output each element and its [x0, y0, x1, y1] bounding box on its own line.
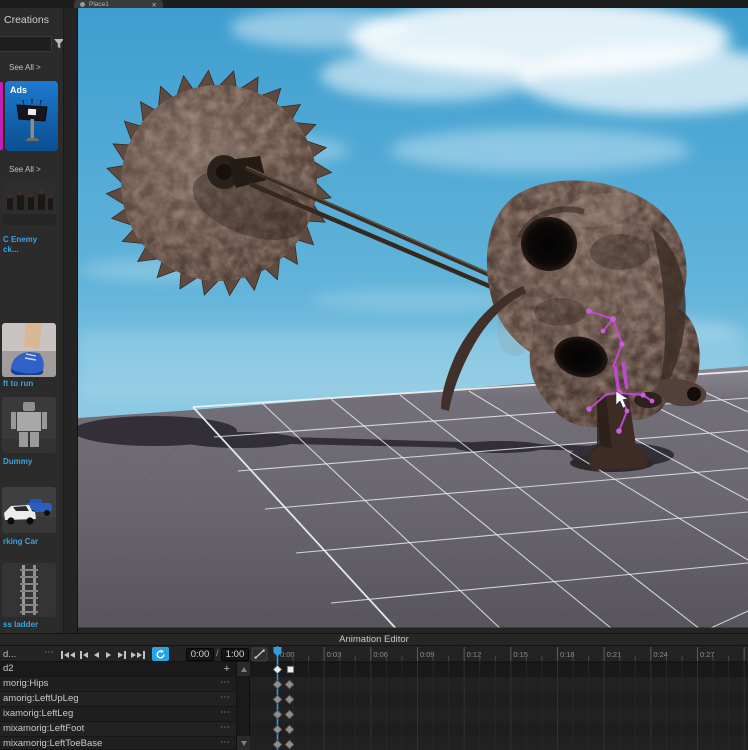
- track-row-lefttoebase[interactable]: mixamorig:LeftToeBase ⋯: [0, 737, 237, 750]
- asset-label-ladder[interactable]: ss ladder: [3, 620, 38, 630]
- scene-canvas[interactable]: [73, 0, 748, 634]
- animation-editor-title[interactable]: Animation Editor: [0, 633, 748, 646]
- track-name: mixamorig:LeftToeBase: [3, 738, 103, 749]
- keyframe-square[interactable]: [286, 665, 295, 674]
- go-to-start-button[interactable]: [61, 650, 75, 659]
- skull-eye-socket: [521, 217, 577, 271]
- svg-text:0:21: 0:21: [607, 650, 622, 659]
- search-input[interactable]: [0, 36, 52, 52]
- track-row-leftleg[interactable]: ixamorig:LeftLeg ⋯: [0, 707, 237, 722]
- track-menu-button[interactable]: ⋯: [220, 691, 231, 705]
- scroll-up-button[interactable]: [237, 662, 250, 676]
- see-all-link-bottom[interactable]: See All >: [9, 165, 41, 174]
- track-list-panel: d... ⋯ 0:00 / 1:00 d2 + morig:Hips ⋯ amo…: [0, 646, 250, 750]
- loop-toggle-button[interactable]: [152, 647, 169, 661]
- sidebar-header[interactable]: Creations: [4, 14, 49, 26]
- track-name: mixamorig:LeftFoot: [3, 723, 85, 734]
- track-menu-button[interactable]: ⋯: [220, 706, 231, 720]
- track-name: d2: [3, 663, 14, 674]
- current-time-field[interactable]: 0:00: [186, 647, 214, 661]
- studio-window: Place1 ✕ Creations See All > Ads See All…: [0, 0, 748, 750]
- track-name: amorig:LeftUpLeg: [3, 693, 79, 704]
- user-icon: [80, 2, 85, 7]
- timeline-ruler[interactable]: [250, 646, 748, 662]
- svg-text:0:00: 0:00: [280, 650, 295, 659]
- svg-text:0:24: 0:24: [653, 650, 668, 659]
- cars-icon: [2, 487, 56, 533]
- animation-editor-panel: Animation Editor d... ⋯ 0:00 / 1:00 d2 +…: [0, 633, 748, 750]
- filter-icon[interactable]: [53, 38, 63, 50]
- asset-thumb-enemy-pack[interactable]: [2, 182, 56, 225]
- panel-divider: [63, 8, 78, 633]
- track-name: morig:Hips: [3, 678, 49, 689]
- timeline-panel[interactable]: 0:00 0:03 0:06 0:09 0:12 0:15 0:18 0:21 0:24 0:27: [250, 646, 748, 750]
- asset-label-enemy-pack[interactable]: C Enemy ck...: [3, 235, 37, 254]
- toolbox-sidebar: Creations See All > Ads See All > C Enem…: [0, 8, 63, 633]
- track-row-hips[interactable]: morig:Hips ⋯: [0, 677, 237, 692]
- track-menu-button[interactable]: ⋯: [220, 736, 231, 750]
- asset-label-shift-to-run[interactable]: ft to run: [3, 379, 33, 389]
- ladder-icon: [2, 563, 56, 617]
- place-tab[interactable]: Place1 ✕: [74, 0, 163, 8]
- track-row-root[interactable]: d2 +: [0, 662, 237, 677]
- see-all-link-top[interactable]: See All >: [9, 63, 41, 72]
- play-button[interactable]: [106, 650, 111, 659]
- arrow-down-icon: [240, 740, 247, 746]
- curve-editor-toggle[interactable]: [251, 647, 268, 662]
- close-icon[interactable]: ✕: [152, 1, 157, 8]
- arrow-up-icon: [240, 666, 247, 672]
- svg-text:0:12: 0:12: [467, 650, 482, 659]
- asset-thumb-shift-to-run[interactable]: [2, 323, 56, 377]
- total-time-field[interactable]: 1:00: [221, 647, 249, 661]
- timeline-canvas[interactable]: 0:00 0:03 0:06 0:09 0:12 0:15 0:18 0:21 0:24 0:27: [250, 646, 748, 750]
- ads-card[interactable]: Ads: [5, 81, 58, 151]
- playback-controls: d... ⋯ 0:00 / 1:00: [0, 646, 250, 662]
- track-menu-button[interactable]: ⋯: [220, 676, 231, 690]
- svg-text:0:06: 0:06: [373, 650, 388, 659]
- place-tab-label: Place1: [89, 1, 109, 8]
- viewport-3d[interactable]: [73, 0, 748, 634]
- track-menu-button[interactable]: ⋯: [220, 721, 231, 735]
- go-to-end-button[interactable]: [131, 650, 145, 659]
- enemy-pack-icon: [2, 182, 56, 225]
- adjacent-card-edge[interactable]: [0, 82, 3, 150]
- track-row-leftfoot[interactable]: mixamorig:LeftFoot ⋯: [0, 722, 237, 737]
- dummy-figure-icon: [2, 397, 56, 453]
- track-row-leftupleg[interactable]: amorig:LeftUpLeg ⋯: [0, 692, 237, 707]
- track-name: ixamorig:LeftLeg: [3, 708, 74, 719]
- asset-thumb-parking-car[interactable]: [2, 487, 56, 533]
- svg-text:0:15: 0:15: [513, 650, 528, 659]
- running-shoe-icon: [2, 323, 56, 377]
- loop-icon: [156, 649, 165, 658]
- play-reverse-button[interactable]: [94, 650, 99, 659]
- next-keyframe-button[interactable]: [118, 650, 126, 659]
- animation-menu-button[interactable]: ⋯: [44, 647, 55, 658]
- track-scrollbar[interactable]: [236, 662, 250, 750]
- time-separator: /: [216, 648, 219, 659]
- titlebar: Place1 ✕: [0, 0, 748, 8]
- scroll-down-button[interactable]: [237, 736, 250, 750]
- asset-label-parking-car[interactable]: rking Car: [3, 537, 38, 547]
- add-track-button[interactable]: +: [224, 662, 230, 676]
- asset-label-dummy[interactable]: Dummy: [3, 457, 32, 467]
- animation-name[interactable]: d...: [3, 649, 16, 660]
- svg-text:0:09: 0:09: [420, 650, 435, 659]
- asset-thumb-ladder[interactable]: [2, 563, 56, 617]
- billboard-icon: [16, 99, 48, 141]
- svg-text:0:18: 0:18: [560, 650, 575, 659]
- asset-thumb-dummy[interactable]: [2, 397, 56, 453]
- previous-keyframe-button[interactable]: [80, 650, 88, 659]
- svg-text:0:03: 0:03: [327, 650, 342, 659]
- svg-text:0:27: 0:27: [700, 650, 715, 659]
- ads-card-label: Ads: [10, 85, 28, 95]
